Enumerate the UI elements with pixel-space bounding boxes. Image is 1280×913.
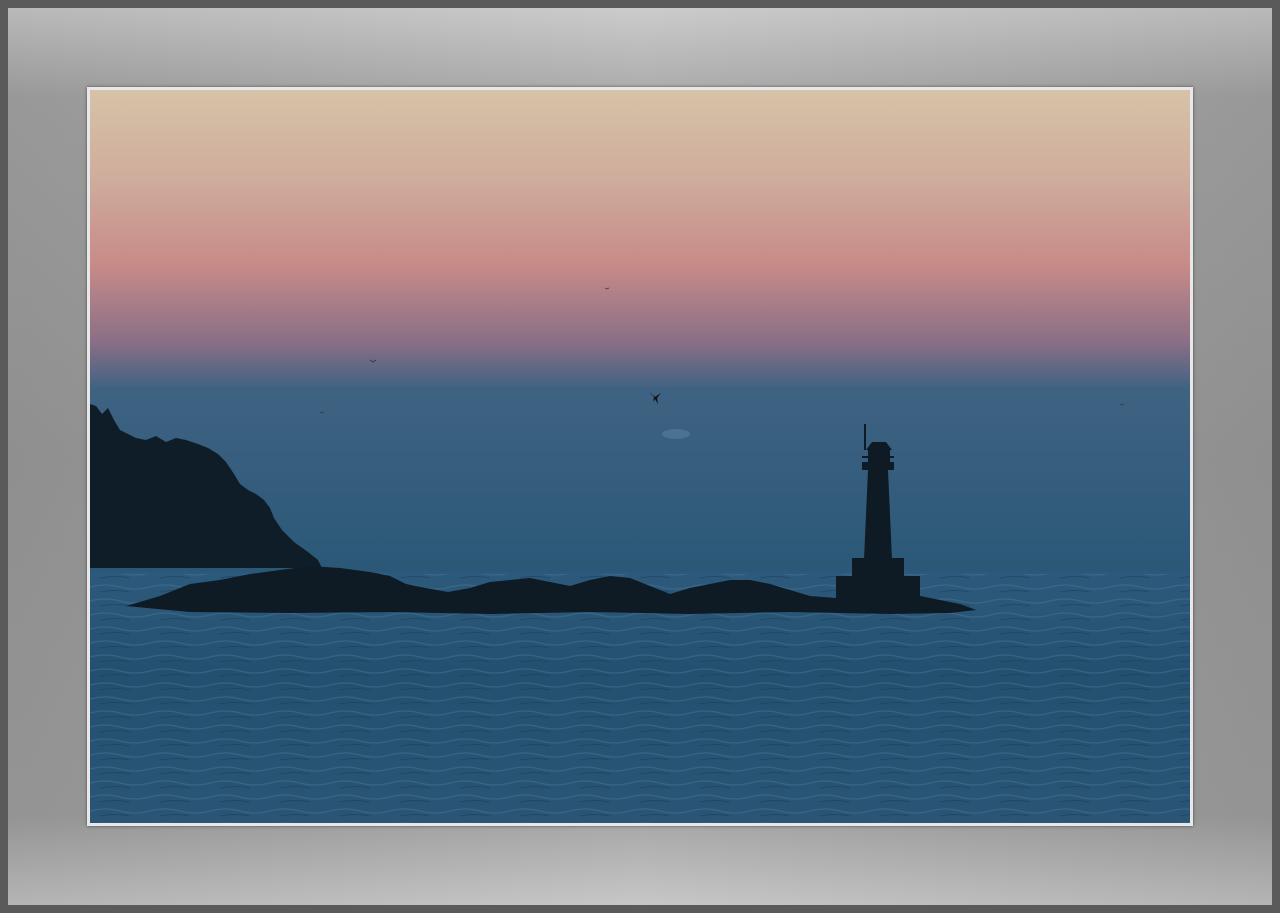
lighthouse-railing <box>862 456 894 458</box>
lighthouse-mast <box>864 424 866 450</box>
photo-scene <box>90 90 1190 823</box>
photograph <box>90 90 1190 823</box>
lighthouse-base <box>836 576 920 606</box>
cloud-wisp <box>662 429 690 439</box>
lighthouse-tower <box>864 470 892 560</box>
lighthouse-plinth <box>852 558 904 578</box>
